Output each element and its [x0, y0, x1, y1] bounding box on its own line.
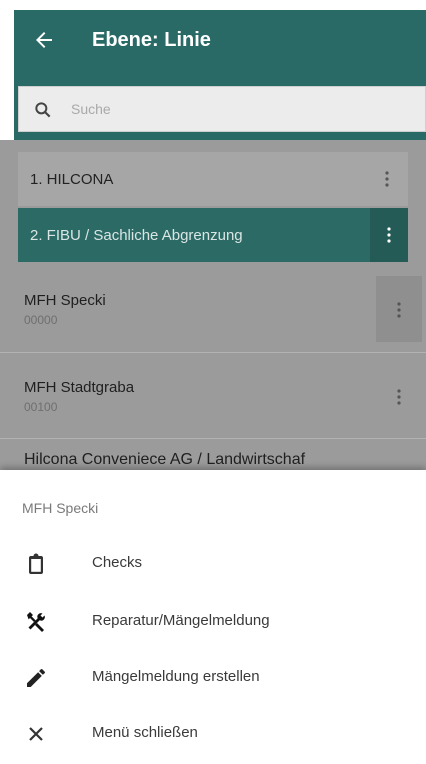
breadcrumb-level-2[interactable]: 2. FIBU / Sachliche Abgrenzung	[18, 208, 408, 262]
breadcrumb-label: 1. HILCONA	[30, 170, 114, 188]
menu-item-label: Reparatur/Mängelmeldung	[92, 612, 270, 629]
search-bar[interactable]: Suche	[18, 86, 426, 132]
menu-item-create-report[interactable]: Mängelmeldung erstellen	[0, 652, 426, 704]
list-item[interactable]: Hilcona Conveniece AG / Landwirtschaf	[0, 438, 426, 470]
more-vert-icon[interactable]	[390, 386, 408, 408]
menu-item-close[interactable]: Menü schließen	[0, 708, 426, 760]
close-icon	[29, 727, 43, 741]
more-vert-icon[interactable]	[390, 299, 408, 321]
menu-item-label: Checks	[92, 554, 143, 571]
menu-item-repair[interactable]: Reparatur/Mängelmeldung	[0, 596, 426, 648]
sheet-title: MFH Specki	[22, 500, 99, 516]
search-input[interactable]: Suche	[71, 101, 111, 117]
title-row: Ebene: Linie	[14, 10, 426, 68]
page-title: Ebene: Linie	[92, 29, 211, 51]
menu-item-label: Mängelmeldung erstellen	[92, 668, 260, 685]
arrow-back-icon[interactable]	[32, 28, 56, 52]
list-item-code: 00000	[24, 313, 58, 327]
app-bar: Ebene: Linie Suche	[14, 10, 426, 140]
breadcrumb-label: 2. FIBU / Sachliche Abgrenzung	[30, 226, 243, 244]
breadcrumb-level-1[interactable]: 1. HILCONA	[18, 152, 408, 206]
list-item-title: Hilcona Conveniece AG / Landwirtschaf	[24, 451, 306, 468]
menu-item-label: Menü schließen	[92, 724, 198, 741]
list-item[interactable]: MFH Specki 00000	[0, 266, 426, 352]
list-item-title: MFH Specki	[24, 292, 106, 309]
pencil-icon	[27, 669, 45, 687]
search-icon	[35, 102, 51, 118]
list-item-code: 00100	[24, 400, 58, 414]
app-root: Ebene: Linie Suche 1. HILCONA 2. FIBU / …	[0, 0, 426, 764]
tools-icon	[27, 612, 45, 632]
bottom-sheet-menu: MFH Specki Checks Reparatur/Mängelmeldun…	[0, 470, 426, 764]
list-item-title: MFH Stadtgraba	[24, 379, 135, 396]
content-list: 1. HILCONA 2. FIBU / Sachliche Abgrenzun…	[0, 140, 426, 470]
list-item[interactable]: MFH Stadtgraba 00100	[0, 352, 426, 438]
clipboard-icon	[29, 553, 43, 574]
more-vert-icon[interactable]	[380, 224, 398, 246]
menu-item-checks[interactable]: Checks	[0, 538, 426, 590]
more-vert-icon[interactable]	[378, 168, 396, 190]
